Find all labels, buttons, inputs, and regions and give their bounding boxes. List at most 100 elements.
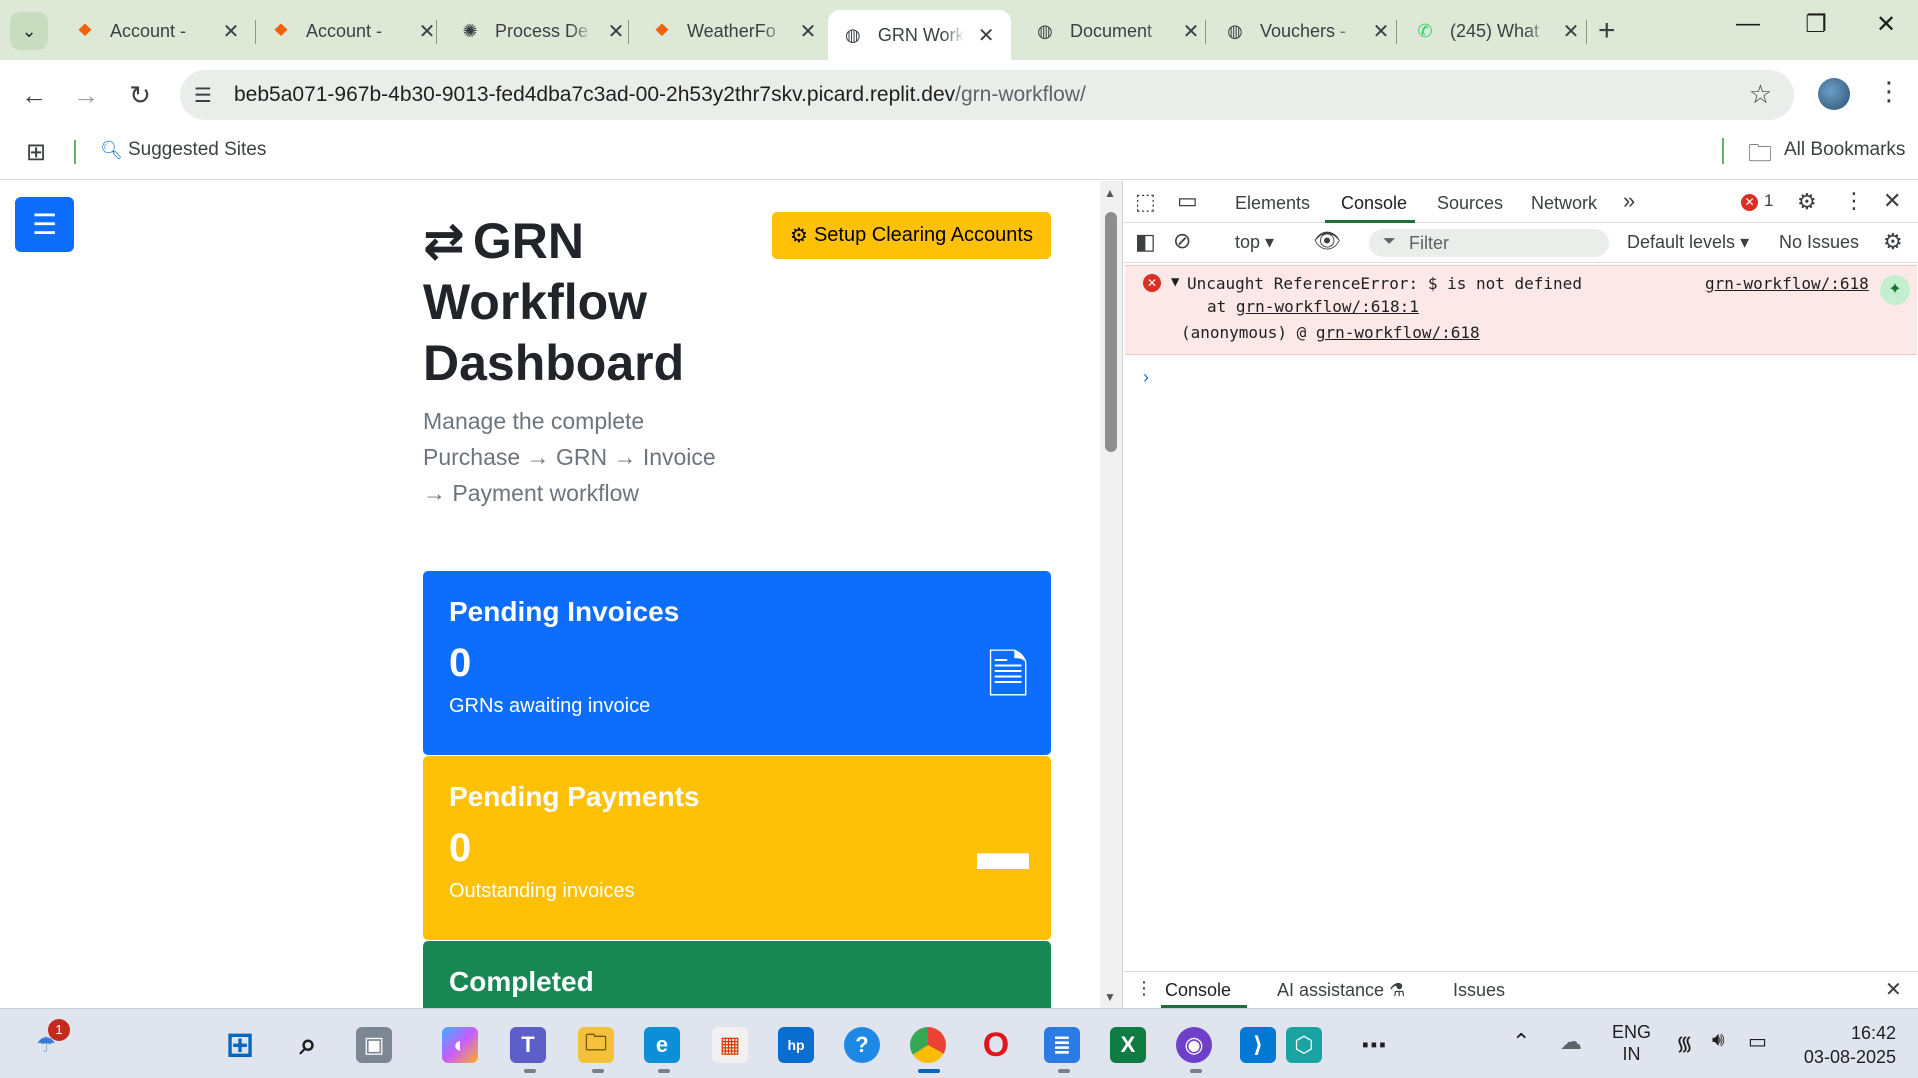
close-icon[interactable]: ✕ <box>220 19 242 44</box>
error-count-badge[interactable]: ✕ 1 <box>1741 191 1773 211</box>
forward-button[interactable]: → <box>66 80 106 111</box>
error-icon: ✕ <box>1143 274 1161 292</box>
site-info-icon[interactable]: ☰ <box>194 83 212 108</box>
stack-link[interactable]: grn-workflow/:618:1 <box>1236 297 1419 316</box>
console-prompt[interactable]: › <box>1143 367 1149 388</box>
tab-divider <box>1396 20 1397 44</box>
expand-triangle-icon[interactable]: ▼ <box>1171 274 1179 290</box>
ai-explain-icon[interactable]: ✦ <box>1880 275 1910 305</box>
issues-counter[interactable]: No Issues <box>1779 232 1859 253</box>
tab-document[interactable]: ◍ Document ✕ <box>1020 10 1216 52</box>
close-icon[interactable]: ✕ <box>1560 19 1582 44</box>
log-levels-dropdown[interactable]: Default levels ▾ <box>1627 232 1749 253</box>
wifi-icon[interactable]: ᯾ <box>1676 1029 1693 1056</box>
close-icon[interactable]: ✕ <box>797 19 819 44</box>
vscode-icon[interactable]: ⟩ <box>1240 1027 1276 1063</box>
tab-account-2[interactable]: ⯁ Account - ✕ <box>256 10 452 52</box>
edge-icon[interactable]: e <box>644 1027 680 1063</box>
reload-button[interactable]: ↻ <box>120 80 160 111</box>
console-error-message[interactable]: ✕ ▼ Uncaught ReferenceError: $ is not de… <box>1125 265 1917 355</box>
stack-link[interactable]: grn-workflow/:618 <box>1316 323 1480 342</box>
console-filter-input[interactable]: ⏷ Filter <box>1369 229 1609 257</box>
close-icon[interactable]: ✕ <box>416 19 438 44</box>
drawer-tab-console[interactable]: Console <box>1165 980 1231 1001</box>
close-drawer-icon[interactable]: ✕ <box>1885 977 1902 1002</box>
close-icon[interactable]: ✕ <box>605 19 627 44</box>
search-icon[interactable]: ⌕ <box>290 1027 326 1063</box>
gear-icon: ⚙ <box>790 225 808 247</box>
github-icon[interactable]: ◉ <box>1176 1027 1212 1063</box>
show-hidden-icons[interactable]: ⌃ <box>1512 1029 1530 1055</box>
drawer-menu-icon[interactable]: ⋮ <box>1135 978 1153 999</box>
close-devtools-icon[interactable]: ✕ <box>1883 188 1901 214</box>
windows-start-icon[interactable]: ⊞ <box>222 1026 258 1064</box>
close-icon[interactable]: ✕ <box>1180 19 1202 44</box>
opera-icon[interactable]: O <box>978 1026 1014 1064</box>
profile-avatar[interactable] <box>1818 78 1850 110</box>
scrollbar-thumb[interactable] <box>1105 212 1117 452</box>
more-tabs-icon[interactable]: » <box>1623 188 1635 214</box>
bookmarks-divider <box>74 140 76 164</box>
all-bookmarks-button[interactable]: All Bookmarks <box>1784 139 1905 161</box>
copilot-icon[interactable]: ◐ <box>442 1027 478 1063</box>
chrome-icon[interactable] <box>910 1027 946 1063</box>
new-tab-button[interactable]: + <box>1598 14 1616 48</box>
onedrive-icon[interactable]: ☁ <box>1560 1029 1582 1055</box>
tab-vouchers[interactable]: ◍ Vouchers - ✕ <box>1210 10 1406 52</box>
sidebar-toggle-icon[interactable]: ◧ <box>1135 229 1156 255</box>
settings-gear-icon[interactable]: ⚙ <box>1797 189 1817 215</box>
bookmark-suggested-sites[interactable]: Suggested Sites <box>128 139 266 161</box>
tab-title: Account - <box>306 20 383 41</box>
devtools-tab-sources[interactable]: Sources <box>1437 193 1503 214</box>
devtools-tab-console[interactable]: Console <box>1341 193 1407 214</box>
tab-process[interactable]: ✺ Process De ✕ <box>445 10 641 52</box>
close-icon[interactable]: ✕ <box>1370 19 1392 44</box>
task-view-icon[interactable]: ▣ <box>356 1027 392 1063</box>
address-bar[interactable]: ☰ beb5a071-967b-4b30-9013-fed4dba7c3ad-0… <box>180 70 1794 120</box>
language-indicator[interactable]: ENG IN <box>1612 1021 1651 1065</box>
drawer-tab-issues[interactable]: Issues <box>1453 980 1505 1001</box>
context-selector[interactable]: top ▾ <box>1235 232 1274 253</box>
devtools-tab-network[interactable]: Network <box>1531 193 1597 214</box>
bookmark-star-icon[interactable]: ☆ <box>1749 79 1772 110</box>
file-explorer-icon[interactable]: 🗀 <box>578 1027 614 1063</box>
setup-clearing-accounts-button[interactable]: ⚙ Setup Clearing Accounts <box>772 212 1051 259</box>
url-text[interactable]: beb5a071-967b-4b30-9013-fed4dba7c3ad-00-… <box>234 83 1086 107</box>
volume-icon[interactable]: 🔊︎ <box>1712 1029 1725 1052</box>
close-window-button[interactable]: ✕ <box>1866 10 1906 39</box>
scroll-up-arrow[interactable]: ▲ <box>1104 186 1116 200</box>
tab-weather[interactable]: ⯁ WeatherFo ✕ <box>637 10 833 52</box>
app-icon[interactable]: ⬡ <box>1286 1027 1322 1063</box>
tab-divider <box>1205 20 1206 44</box>
sidebar-toggle-button[interactable]: ☰ <box>15 197 74 252</box>
battery-icon[interactable]: ▭ <box>1748 1029 1767 1054</box>
error-source-link[interactable]: grn-workflow/:618 <box>1705 274 1869 293</box>
close-icon[interactable]: ✕ <box>975 23 997 48</box>
notepad-icon[interactable]: ≣ <box>1044 1027 1080 1063</box>
tab-account-1[interactable]: ⯁ Account - ✕ <box>60 10 256 52</box>
tab-search-button[interactable]: ⌄ <box>10 12 48 50</box>
console-settings-icon[interactable]: ⚙ <box>1883 229 1903 255</box>
device-toolbar-icon[interactable]: ▭ <box>1177 188 1198 214</box>
tab-grn-workflow[interactable]: ◍ GRN Work ✕ <box>828 10 1011 60</box>
more-options-icon[interactable]: ⋮ <box>1843 188 1865 214</box>
clock[interactable]: 16:42 03-08-2025 <box>1798 1021 1896 1069</box>
excel-icon[interactable]: X <box>1110 1027 1146 1063</box>
eye-icon[interactable]: 👁︎ <box>1313 228 1341 254</box>
clear-console-icon[interactable]: ⊘ <box>1173 228 1191 254</box>
teams-icon[interactable]: T <box>510 1027 546 1063</box>
tab-whatsapp[interactable]: ✆ (245) What ✕ <box>1400 10 1596 52</box>
minimize-button[interactable]: — <box>1728 10 1768 38</box>
store-icon[interactable]: ▦ <box>712 1027 748 1063</box>
back-button[interactable]: ← <box>14 80 54 111</box>
myhp-icon[interactable]: hp <box>778 1027 814 1063</box>
scroll-down-arrow[interactable]: ▼ <box>1104 990 1116 1004</box>
help-icon[interactable]: ? <box>844 1027 880 1063</box>
apps-grid-icon[interactable]: ⊞ <box>26 138 46 167</box>
browser-menu-icon[interactable]: ⋮ <box>1876 76 1902 107</box>
restore-button[interactable]: ❐ <box>1796 10 1836 39</box>
devtools-tab-elements[interactable]: Elements <box>1235 193 1310 214</box>
more-apps-icon[interactable]: ⋯ <box>1356 1027 1392 1063</box>
drawer-tab-ai-assistance[interactable]: AI assistance ⚗ <box>1277 980 1405 1001</box>
inspect-element-icon[interactable]: ⬚ <box>1135 189 1156 215</box>
